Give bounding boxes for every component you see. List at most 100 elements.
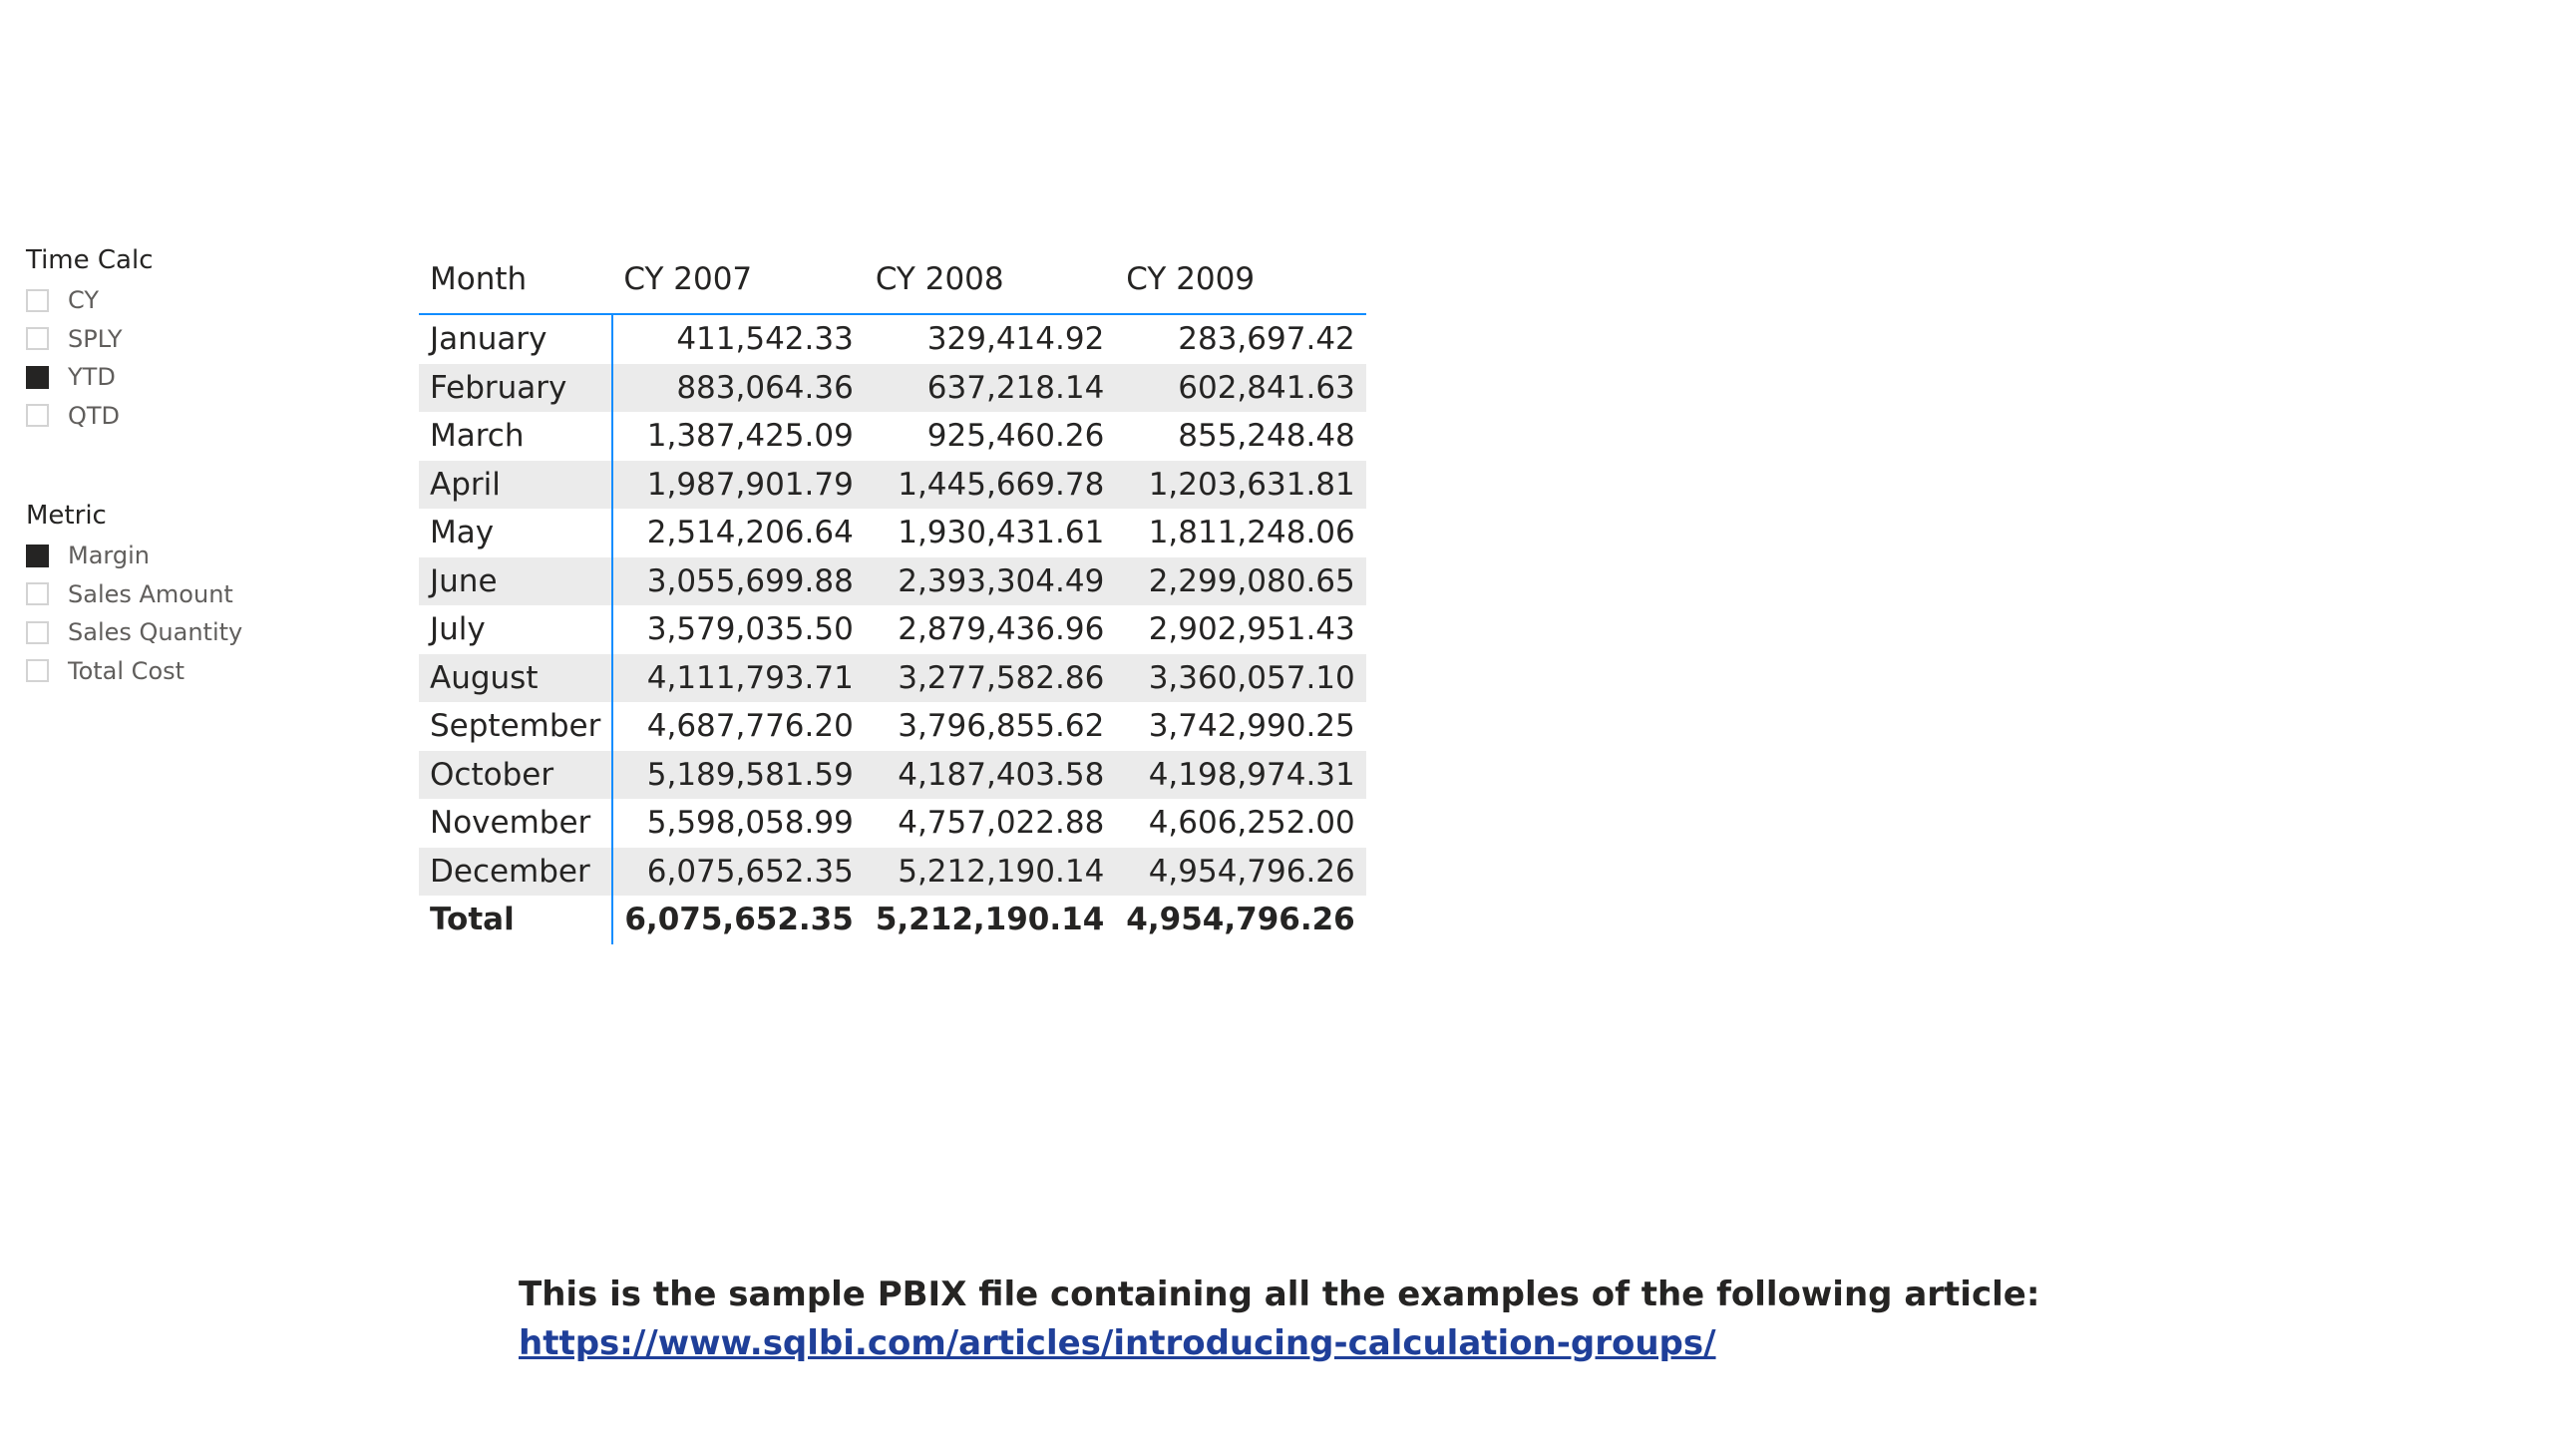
metric-slicer-items: Margin Sales Amount Sales Quantity Total… <box>26 537 325 690</box>
cell-value: 925,460.26 <box>926 418 1105 455</box>
cell-value: 1,387,425.09 <box>646 418 854 455</box>
cell-value: 6,075,652.35 <box>612 847 865 896</box>
checkbox-cy[interactable] <box>26 288 49 312</box>
cell-value: 329,414.92 <box>926 321 1105 358</box>
slicer-item-sales-amount[interactable]: Sales Amount <box>26 575 325 614</box>
table-row: March 1,387,425.09 925,460.26 855,248.48 <box>419 412 1366 461</box>
row-label-month: March <box>419 412 614 461</box>
cell-value: 2,902,951.43 <box>1148 611 1355 648</box>
slicer-item-label: YTD <box>68 363 116 392</box>
cell-value: 3,796,855.62 <box>898 708 1105 745</box>
row-label-month: October <box>419 750 614 799</box>
slicer-item-margin[interactable]: Margin <box>26 537 325 575</box>
cell-value: 4,187,403.58 <box>864 750 1116 799</box>
cell-value: 2,879,436.96 <box>898 611 1105 648</box>
slicer-item-label: CY <box>68 286 99 315</box>
slicer-item-ytd[interactable]: YTD <box>26 358 325 397</box>
cell-value: 3,277,582.86 <box>864 653 1116 702</box>
footnote: This is the sample PBIX file containing … <box>519 1271 2039 1368</box>
cell-value: 3,360,057.10 <box>1115 653 1366 702</box>
slicer-item-label: Sales Quantity <box>68 618 243 647</box>
slicer-item-sply[interactable]: SPLY <box>26 320 325 359</box>
time-calc-slicer-title: Time Calc <box>26 245 154 275</box>
matrix-header-row: Month CY 2007 CY 2008 CY 2009 <box>419 245 1366 315</box>
row-label-month: June <box>419 556 614 605</box>
cell-value: 3,742,990.25 <box>1148 708 1355 745</box>
checkbox-margin[interactable] <box>26 544 49 567</box>
cell-value: 883,064.36 <box>612 363 865 412</box>
slicer-item-cy[interactable]: CY <box>26 281 325 320</box>
row-label-month: July <box>419 605 614 654</box>
cell-value: 4,606,252.00 <box>1148 805 1355 842</box>
slicer-item-sales-quantity[interactable]: Sales Quantity <box>26 613 325 652</box>
table-row: January 411,542.33 329,414.92 283,697.42 <box>419 314 1366 364</box>
cell-value: 2,299,080.65 <box>1115 556 1366 605</box>
table-row: April 1,987,901.79 1,445,669.78 1,203,63… <box>419 460 1366 509</box>
table-row: June 3,055,699.88 2,393,304.49 2,299,080… <box>419 556 1366 605</box>
table-row: August 4,111,793.71 3,277,582.86 3,360,0… <box>419 653 1366 702</box>
row-label-month: April <box>419 460 614 509</box>
cell-value: 637,218.14 <box>864 363 1116 412</box>
table-row: December 6,075,652.35 5,212,190.14 4,954… <box>419 847 1366 896</box>
checkbox-ytd[interactable] <box>26 365 49 389</box>
row-label-month: August <box>419 653 614 702</box>
table-row: September 4,687,776.20 3,796,855.62 3,74… <box>419 702 1366 751</box>
cell-value: 1,987,901.79 <box>612 460 865 509</box>
checkbox-total-cost[interactable] <box>26 659 49 683</box>
article-link[interactable]: https://www.sqlbi.com/articles/introduci… <box>519 1319 2039 1368</box>
slicer-item-label: Margin <box>68 542 150 570</box>
cell-value: 283,697.42 <box>1178 321 1355 358</box>
cell-value: 5,598,058.99 <box>646 805 854 842</box>
slicer-item-total-cost[interactable]: Total Cost <box>26 652 325 691</box>
row-label-month: February <box>419 363 614 412</box>
table-row: May 2,514,206.64 1,930,431.61 1,811,248.… <box>419 509 1366 557</box>
matrix-visual: Month CY 2007 CY 2008 CY 2009 January 41… <box>419 245 1366 944</box>
total-row: Total 6,075,652.35 5,212,190.14 4,954,79… <box>419 896 1366 944</box>
row-label-month: September <box>419 702 614 751</box>
table-row: November 5,598,058.99 4,757,022.88 4,606… <box>419 799 1366 848</box>
cell-value: 1,445,669.78 <box>864 460 1116 509</box>
cell-value: 1,811,248.06 <box>1148 515 1355 551</box>
cell-value: 4,687,776.20 <box>646 708 854 745</box>
metric-slicer: Metric Margin Sales Amount Sales Quantit… <box>26 499 325 690</box>
table-row: February 883,064.36 637,218.14 602,841.6… <box>419 363 1366 412</box>
checkbox-sales-quantity[interactable] <box>26 620 49 644</box>
total-label: Total <box>419 896 614 944</box>
metric-slicer-title: Metric <box>26 501 107 531</box>
slicer-item-label: SPLY <box>68 324 123 353</box>
column-header-month[interactable]: Month <box>419 245 613 315</box>
cell-value: 2,393,304.49 <box>864 556 1116 605</box>
table-row: July 3,579,035.50 2,879,436.96 2,902,951… <box>419 605 1366 654</box>
cell-value: 1,930,431.61 <box>898 515 1105 551</box>
time-calc-slicer: Time Calc CY SPLY YTD QTD <box>26 243 325 435</box>
column-header-cy-2007[interactable]: CY 2007 <box>612 245 865 315</box>
column-header-cy-2008[interactable]: CY 2008 <box>864 245 1116 315</box>
slicer-item-label: Sales Amount <box>68 579 233 608</box>
cell-value: 2,514,206.64 <box>646 515 854 551</box>
row-label-month: May <box>419 509 614 557</box>
cell-value: 3,055,699.88 <box>612 556 865 605</box>
footnote-text: This is the sample PBIX file containing … <box>519 1274 2040 1314</box>
cell-value: 602,841.63 <box>1115 363 1366 412</box>
checkbox-qtd[interactable] <box>26 404 49 428</box>
row-label-month: December <box>419 847 614 896</box>
cell-value: 5,212,190.14 <box>864 847 1116 896</box>
slicer-item-qtd[interactable]: QTD <box>26 397 325 436</box>
checkbox-sply[interactable] <box>26 327 49 351</box>
cell-value: 1,203,631.81 <box>1115 460 1366 509</box>
column-header-cy-2009[interactable]: CY 2009 <box>1115 245 1366 315</box>
cell-value: 855,248.48 <box>1178 418 1355 455</box>
matrix-table: Month CY 2007 CY 2008 CY 2009 January 41… <box>419 245 1366 944</box>
time-calc-slicer-items: CY SPLY YTD QTD <box>26 281 325 435</box>
total-value: 5,212,190.14 <box>875 902 1105 938</box>
cell-value: 4,198,974.31 <box>1115 750 1366 799</box>
slicer-item-label: Total Cost <box>68 656 185 685</box>
row-label-month: January <box>419 314 614 364</box>
cell-value: 4,111,793.71 <box>612 653 865 702</box>
slicer-item-label: QTD <box>68 401 121 430</box>
total-value: 4,954,796.26 <box>1126 902 1355 938</box>
checkbox-sales-amount[interactable] <box>26 582 49 606</box>
cell-value: 4,757,022.88 <box>898 805 1105 842</box>
total-value: 6,075,652.35 <box>624 902 854 938</box>
cell-value: 411,542.33 <box>676 321 854 358</box>
